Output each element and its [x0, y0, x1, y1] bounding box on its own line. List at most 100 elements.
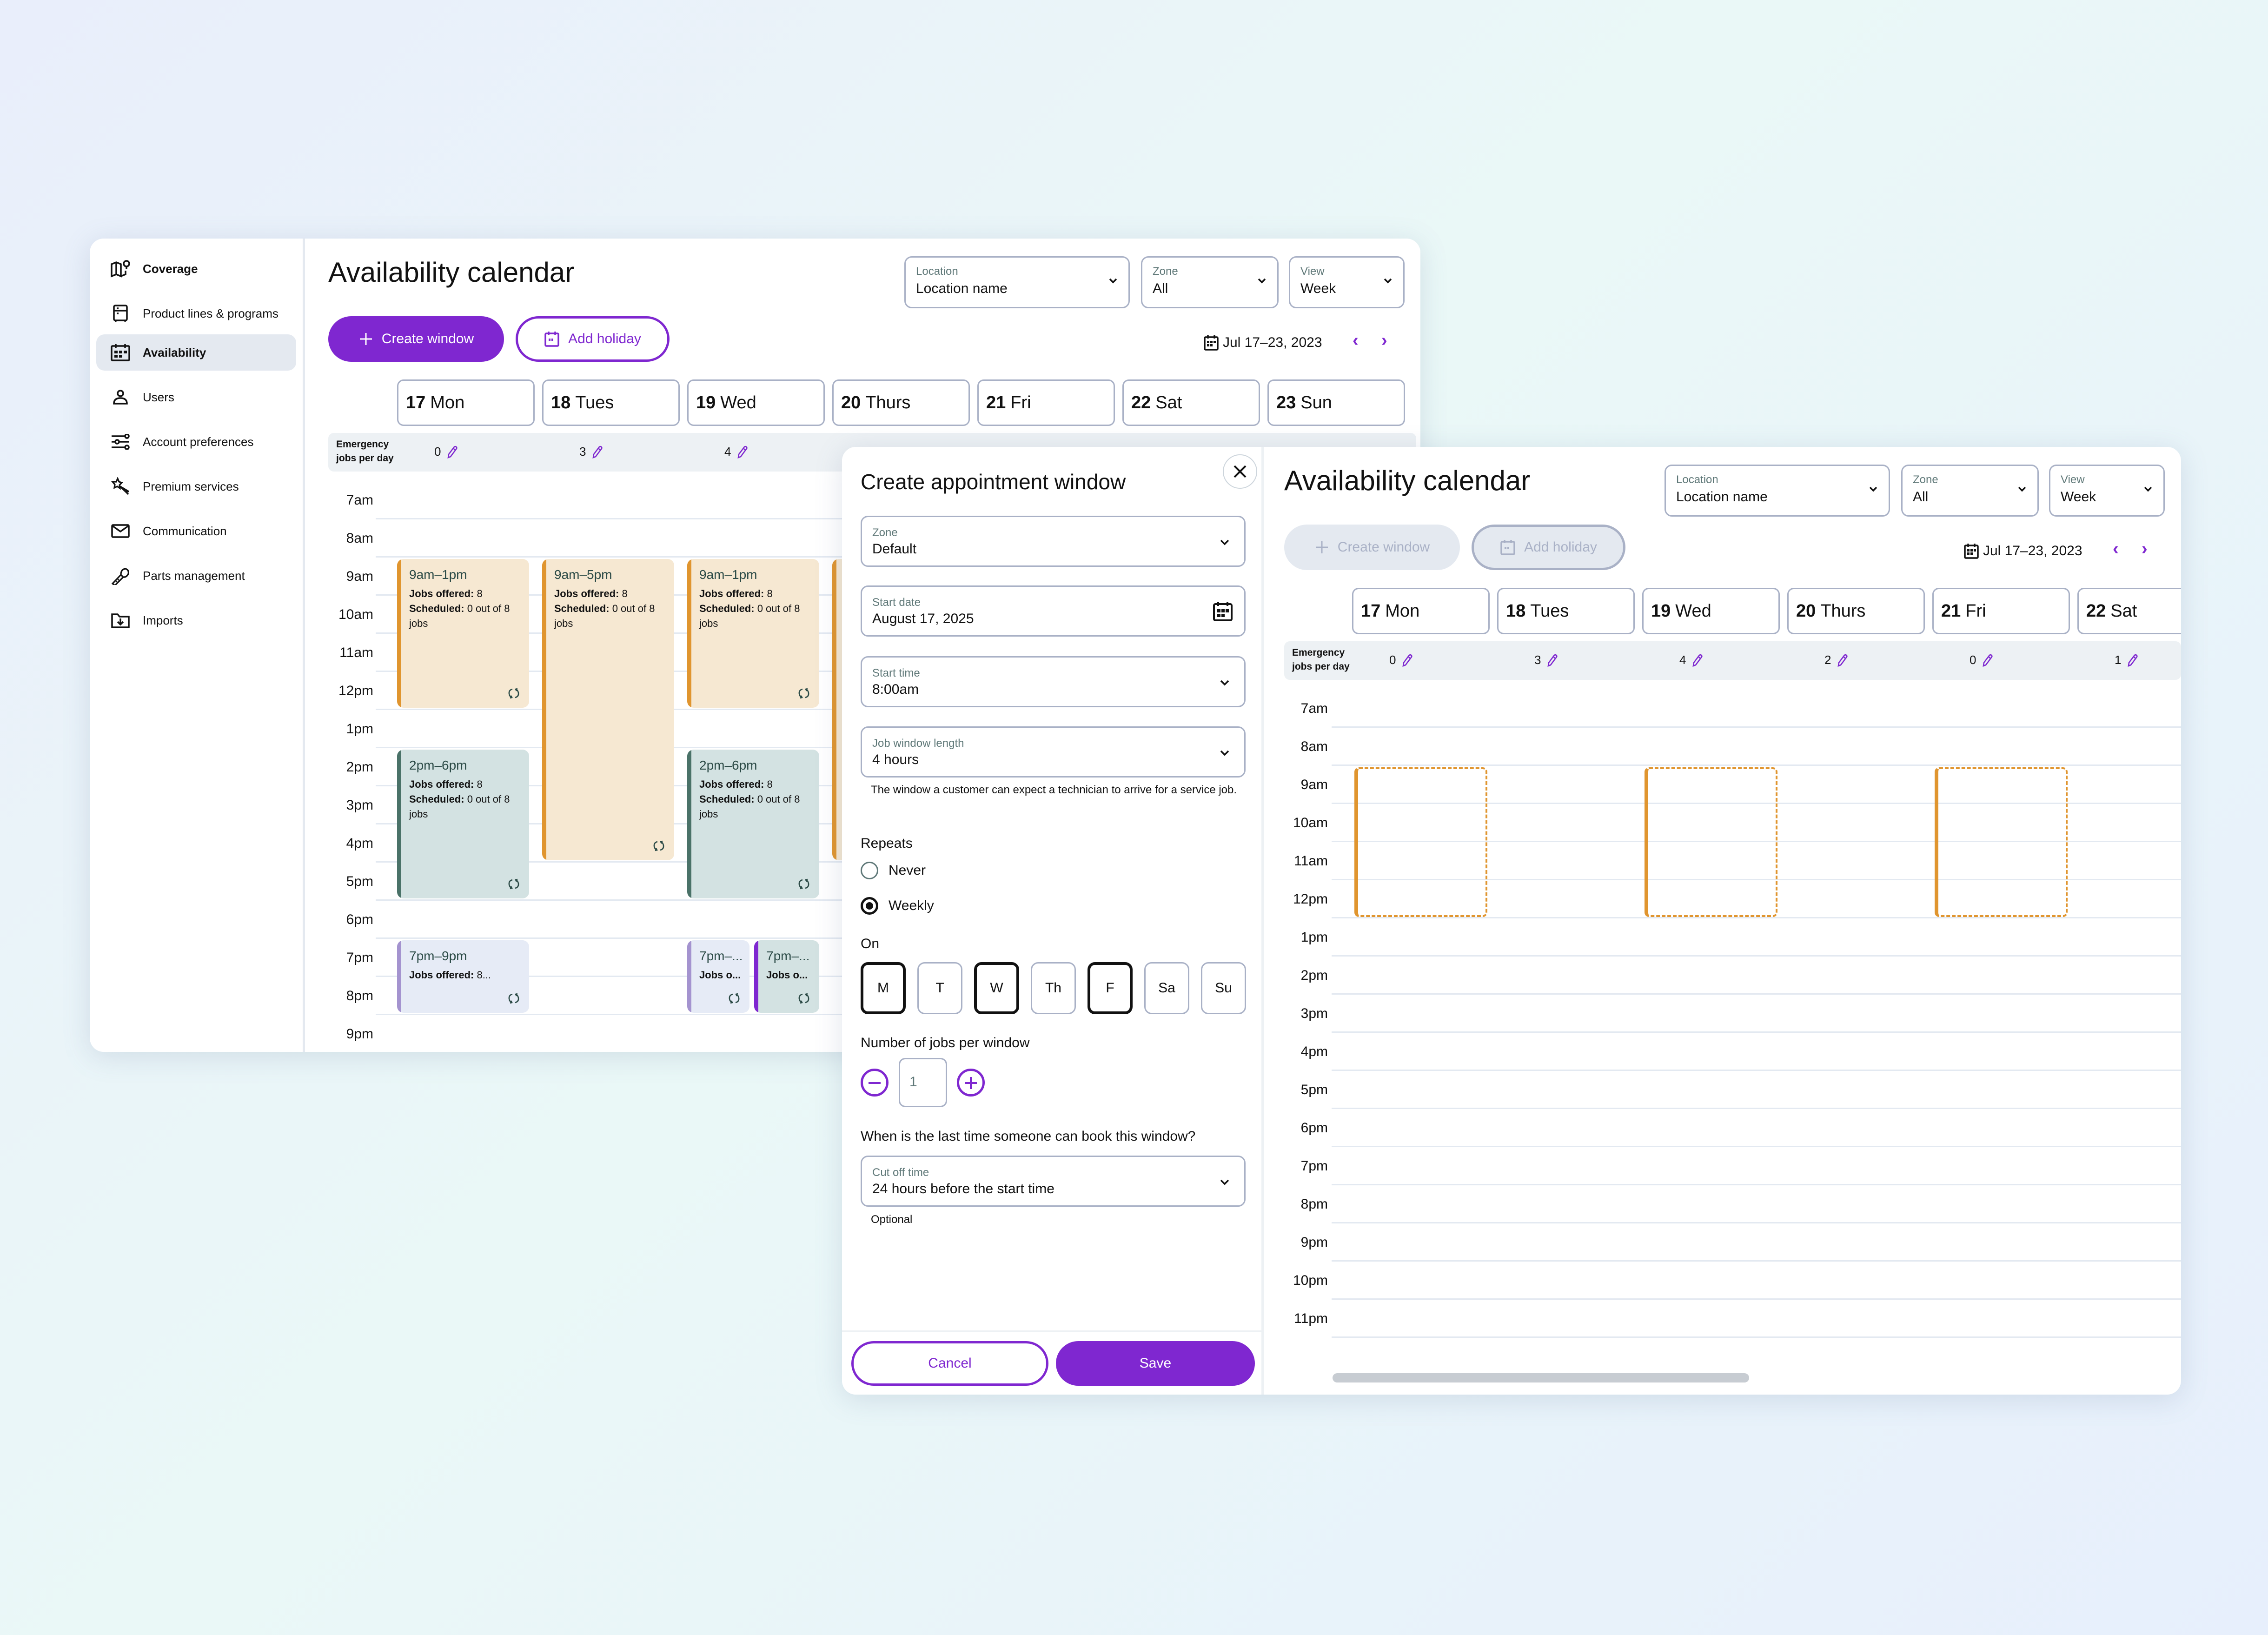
pencil-icon[interactable]: [1982, 654, 1993, 667]
emergency-count: 2: [1824, 653, 1831, 667]
create-window-button[interactable]: Create window: [328, 316, 504, 362]
sidebar-item-premium-services[interactable]: Premium services: [96, 468, 296, 505]
day-header-fri[interactable]: 21 Fri: [977, 379, 1115, 426]
pencil-icon[interactable]: [1546, 654, 1558, 667]
sidebar-item-users[interactable]: Users: [96, 379, 296, 415]
pencil-icon[interactable]: [591, 445, 603, 459]
create-window-label: Create window: [381, 331, 474, 346]
day-name: Sun: [1300, 392, 1332, 412]
day-name: Fri: [1965, 601, 1986, 621]
jobs-offered-label: Jobs offered:: [409, 588, 474, 599]
day-header-mon[interactable]: 17 Mon: [397, 379, 535, 426]
chevron-down-icon: [1220, 750, 1229, 756]
pencil-icon[interactable]: [736, 445, 748, 459]
availability-window[interactable]: 2pm–6pm Jobs offered: 8 Scheduled: 0 out o…: [397, 750, 529, 898]
save-button[interactable]: Save: [1056, 1341, 1255, 1386]
weekday-toggle-su[interactable]: Su: [1201, 962, 1246, 1014]
pencil-icon[interactable]: [2127, 654, 2138, 667]
location-value: Location name: [1676, 489, 1768, 505]
jobs-per-window-input[interactable]: 1: [899, 1058, 947, 1107]
pencil-icon[interactable]: [446, 445, 458, 459]
start-date-field[interactable]: Start date August 17, 2025: [861, 585, 1246, 637]
day-header-tues[interactable]: 18 Tues: [542, 379, 680, 426]
view-select[interactable]: View Week: [1289, 256, 1405, 308]
add-holiday-button[interactable]: Add holiday: [1472, 525, 1625, 570]
availability-window[interactable]: 7pm–... Jobs o...: [687, 940, 749, 1013]
view-select[interactable]: View Week: [2049, 465, 2165, 517]
weekday-toggle-th[interactable]: Th: [1031, 962, 1076, 1014]
hour-label: 11am: [339, 645, 373, 660]
calendar-icon[interactable]: [1213, 601, 1233, 622]
location-select[interactable]: Location Location name: [904, 256, 1130, 308]
zone-select[interactable]: Zone All: [1141, 256, 1279, 308]
hour-label: 7am: [346, 492, 373, 508]
sidebar-item-coverage[interactable]: Coverage: [96, 251, 296, 287]
scheduled-value: 0 out of 8: [464, 603, 510, 614]
decrement-button[interactable]: [861, 1069, 889, 1097]
day-header-thurs[interactable]: 20 Thurs: [832, 379, 970, 426]
next-week-button[interactable]: ›: [2142, 539, 2148, 559]
chevron-down-icon: [1109, 278, 1117, 284]
map-pin-icon: [109, 258, 132, 280]
zone-select[interactable]: Zone All: [1901, 465, 2039, 517]
window-scheduled-unit: jobs: [699, 618, 718, 629]
date-range[interactable]: Jul 17–23, 2023: [1203, 334, 1322, 351]
job-window-length-field[interactable]: Job window length 4 hours: [861, 726, 1246, 778]
location-value: Location name: [916, 281, 1008, 296]
weekday-toggle-t[interactable]: T: [917, 962, 962, 1014]
close-button[interactable]: [1223, 454, 1257, 489]
availability-window[interactable]: 9am–1pm Jobs offered: 8 Scheduled: 0 out o…: [687, 559, 819, 708]
add-holiday-button[interactable]: Add holiday: [516, 316, 670, 362]
date-range[interactable]: Jul 17–23, 2023: [1963, 543, 2082, 559]
availability-window[interactable]: 7pm–9pm Jobs offered: 8...: [397, 940, 529, 1013]
sidebar-item-communication[interactable]: Communication: [96, 513, 296, 549]
sidebar-item-parts-management[interactable]: Parts management: [96, 558, 296, 594]
jobs-offered-value: 8...: [474, 969, 491, 981]
zone-field[interactable]: Zone Default: [861, 516, 1246, 567]
pencil-icon[interactable]: [1401, 654, 1413, 667]
availability-window[interactable]: 9am–1pm Jobs offered: 8 Scheduled: 0 out o…: [397, 559, 529, 708]
horizontal-scrollbar[interactable]: [1333, 1373, 1749, 1382]
sidebar-item-product-lines[interactable]: Product lines & programs: [96, 295, 296, 332]
prev-week-button[interactable]: ‹: [1353, 331, 1359, 351]
day-header-sun[interactable]: 23 Sun: [1267, 379, 1405, 426]
prev-week-button[interactable]: ‹: [2113, 539, 2119, 559]
day-header-wed[interactable]: 19 Wed: [687, 379, 825, 426]
sidebar-item-label: Coverage: [143, 261, 198, 276]
day-header-sat[interactable]: 22 Sat: [2077, 588, 2181, 634]
window-scheduled: Scheduled: 0 out of 8: [409, 601, 510, 617]
sidebar-item-account-preferences[interactable]: Account preferences: [96, 424, 296, 460]
increment-button[interactable]: [957, 1069, 985, 1097]
availability-window[interactable]: 9am–5pm Jobs offered: 8 Scheduled: 0 out o…: [542, 559, 674, 860]
repeat-weekly-radio[interactable]: Weekly: [861, 897, 934, 915]
day-header-fri[interactable]: 21 Fri: [1932, 588, 2070, 634]
start-time-label: Start time: [872, 667, 920, 679]
weekday-toggle-w[interactable]: W: [974, 962, 1019, 1014]
sidebar-item-availability[interactable]: Availability: [96, 334, 296, 371]
weekday-toggle-sa[interactable]: Sa: [1144, 962, 1189, 1014]
create-window-button[interactable]: Create window: [1284, 525, 1460, 570]
start-time-field[interactable]: Start time 8:00am: [861, 656, 1246, 707]
pencil-icon[interactable]: [1691, 654, 1703, 667]
location-select[interactable]: Location Location name: [1665, 465, 1890, 517]
cutoff-time-field[interactable]: Cut off time 24 hours before the start t…: [861, 1156, 1246, 1207]
repeat-never-radio[interactable]: Never: [861, 862, 926, 879]
hour-label: 7pm: [346, 950, 373, 965]
hour-label: 5pm: [346, 874, 373, 889]
jobs-offered-value: 8: [474, 588, 483, 599]
day-header-sat[interactable]: 22 Sat: [1122, 379, 1260, 426]
weekday-toggle-f[interactable]: F: [1088, 962, 1133, 1014]
day-header-thurs[interactable]: 20 Thurs: [1787, 588, 1925, 634]
window-time: 9am–5pm: [554, 567, 612, 582]
availability-window[interactable]: 7pm–... Jobs o...: [754, 940, 819, 1013]
weekday-toggle-m[interactable]: M: [861, 962, 906, 1014]
availability-window[interactable]: 2pm–6pm Jobs offered: 8 Scheduled: 0 out o…: [687, 750, 819, 898]
day-header-wed[interactable]: 19 Wed: [1642, 588, 1780, 634]
day-header-tues[interactable]: 18 Tues: [1497, 588, 1635, 634]
pencil-icon[interactable]: [1837, 654, 1848, 667]
cancel-button[interactable]: Cancel: [851, 1341, 1048, 1386]
location-label: Location: [916, 265, 958, 278]
next-week-button[interactable]: ›: [1381, 331, 1387, 351]
sidebar-item-imports[interactable]: Imports: [96, 602, 296, 638]
day-header-mon[interactable]: 17 Mon: [1352, 588, 1490, 634]
